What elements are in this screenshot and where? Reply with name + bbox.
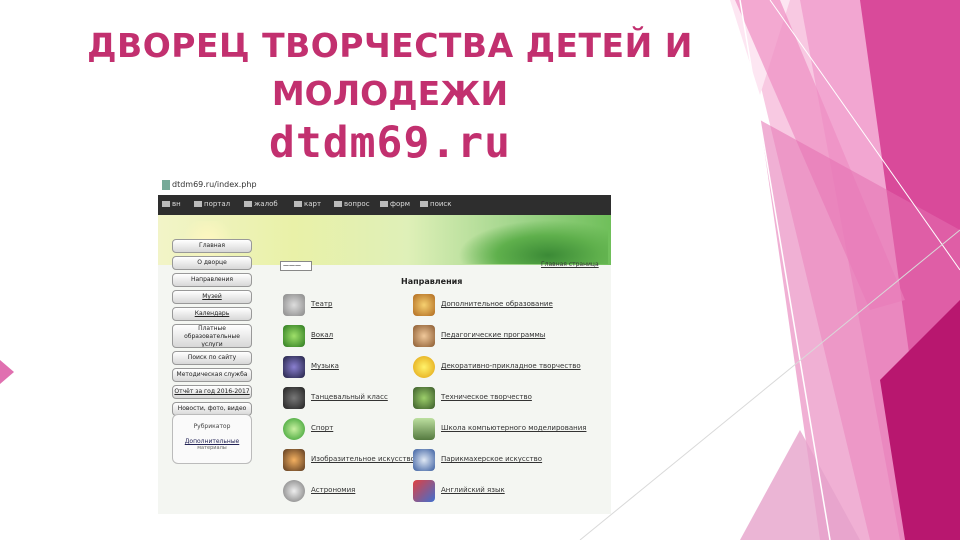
folder-icon bbox=[294, 201, 302, 207]
slide-title-line1: ДВОРЕЦ ТВОРЧЕСТВА ДЕТЕЙ И bbox=[87, 26, 693, 65]
kids-icon bbox=[413, 325, 435, 347]
toolbar-item[interactable]: вн bbox=[162, 200, 181, 208]
sidebar-item-about[interactable]: О дворце bbox=[172, 256, 252, 270]
sidebar-box-link[interactable]: Дополнительные bbox=[173, 438, 251, 445]
microphone-icon bbox=[283, 325, 305, 347]
website-screenshot: dtdm69.ru/index.php вн портал жалоб карт… bbox=[158, 177, 611, 514]
folder-icon bbox=[420, 201, 428, 207]
folder-icon bbox=[334, 201, 342, 207]
speaker-icon bbox=[283, 387, 305, 409]
address-text: dtdm69.ru/index.php bbox=[172, 180, 257, 189]
planet-icon bbox=[283, 480, 305, 502]
direction-item[interactable]: Дополнительное образование bbox=[413, 294, 611, 320]
direction-item[interactable]: Декоративно-прикладное творчество bbox=[413, 356, 611, 382]
toolbar-item[interactable]: карт bbox=[294, 200, 321, 208]
sidebar-box-note: материалы bbox=[197, 445, 227, 451]
sidebar-item-paid-services[interactable]: Платные образовательные услуги bbox=[172, 324, 252, 348]
sidebar-item-methodical[interactable]: Методическая служба bbox=[172, 368, 252, 382]
music-icon bbox=[283, 356, 305, 378]
sidebar-item-report[interactable]: Отчёт за год 2016-2017 bbox=[172, 385, 252, 399]
flower-icon bbox=[413, 356, 435, 378]
page-icon bbox=[162, 180, 170, 190]
toolbar-item[interactable]: вопрос bbox=[334, 200, 370, 208]
toolbar-item[interactable]: поиск bbox=[420, 200, 452, 208]
sidebar-item-search[interactable]: Поиск по сайту bbox=[172, 351, 252, 365]
direction-item[interactable]: Техническое творчество bbox=[413, 387, 611, 413]
directions-heading: Направления bbox=[401, 277, 463, 286]
sidebar-item-museum[interactable]: Музей bbox=[172, 290, 252, 304]
computer-icon bbox=[413, 418, 435, 440]
folder-icon bbox=[162, 201, 170, 207]
toolbar-item[interactable]: жалоб bbox=[244, 200, 278, 208]
art-icon bbox=[283, 449, 305, 471]
scissors-icon bbox=[413, 449, 435, 471]
toolbar-item[interactable]: портал bbox=[194, 200, 230, 208]
top-link[interactable]: Главная страница bbox=[541, 261, 599, 268]
sidebar-box: Рубрикатор Дополнительные материалы bbox=[172, 414, 252, 464]
direction-item[interactable]: Английский язык bbox=[413, 480, 611, 506]
browser-toolbar: вн портал жалоб карт вопрос форм поиск bbox=[158, 195, 611, 215]
direction-item[interactable]: Парикмахерское искусство bbox=[413, 449, 611, 475]
folder-icon bbox=[244, 201, 252, 207]
direction-item[interactable]: Школа компьютерного моделирования bbox=[413, 418, 611, 444]
slide-title-line2: МОЛОДЕЖИ bbox=[271, 74, 509, 113]
sport-icon bbox=[283, 418, 305, 440]
site-sidebar: Главная О дворце Направления Музей Кален… bbox=[172, 239, 252, 419]
address-bar[interactable]: dtdm69.ru/index.php bbox=[158, 177, 611, 196]
toolbar-item[interactable]: форм bbox=[380, 200, 410, 208]
sidebar-box-title: Рубрикатор bbox=[193, 423, 231, 430]
site-url: dtdm69.ru bbox=[269, 118, 511, 168]
sidebar-item-home[interactable]: Главная bbox=[172, 239, 252, 253]
select-dropdown[interactable]: ——— bbox=[280, 261, 312, 271]
language-icon bbox=[413, 480, 435, 502]
direction-item[interactable]: Педагогические программы bbox=[413, 325, 611, 351]
sidebar-item-directions[interactable]: Направления bbox=[172, 273, 252, 287]
theatre-icon bbox=[283, 294, 305, 316]
sidebar-item-calendar[interactable]: Календарь bbox=[172, 307, 252, 321]
tech-icon bbox=[413, 387, 435, 409]
folder-icon bbox=[380, 201, 388, 207]
folder-icon bbox=[194, 201, 202, 207]
people-icon bbox=[413, 294, 435, 316]
